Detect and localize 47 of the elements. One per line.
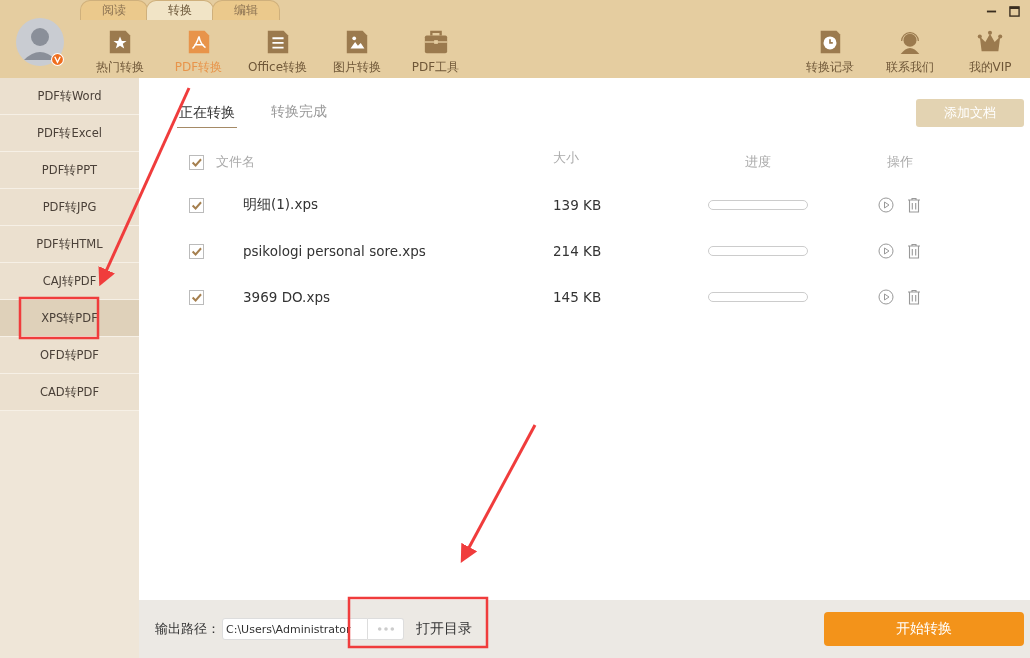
toolbar-button[interactable]: 转换记录 — [790, 22, 870, 76]
file-size: 139 KB — [553, 197, 603, 213]
checkbox[interactable] — [189, 243, 204, 259]
play-icon[interactable] — [878, 289, 894, 305]
toolbar-button[interactable]: PDF工具 — [396, 22, 475, 76]
toolbar-button[interactable]: 图片转换 — [317, 22, 396, 76]
maximize-icon[interactable] — [1009, 6, 1020, 17]
checkbox[interactable] — [189, 154, 204, 170]
toolbar-button[interactable]: Office转换 — [238, 22, 317, 76]
file-name: psikologi personal sore.xps — [243, 243, 426, 259]
column-header: 文件名 — [216, 153, 255, 171]
vip-badge-icon — [51, 53, 64, 66]
checkbox[interactable] — [189, 197, 204, 213]
sidebar-item[interactable]: XPS转PDF — [0, 300, 139, 337]
toolbar-button[interactable]: 我的VIP — [950, 22, 1030, 76]
column-header: 操作 — [886, 153, 914, 171]
open-folder-link[interactable]: 打开目录 — [416, 620, 472, 638]
file-name: 明细(1).xps — [243, 196, 318, 214]
trash-icon[interactable] — [906, 197, 922, 213]
file-size: 145 KB — [553, 289, 603, 305]
file-name: 3969 DO.xps — [243, 289, 330, 305]
sidebar-item[interactable]: PDF转Word — [0, 78, 139, 115]
trash-icon[interactable] — [906, 243, 922, 259]
play-icon[interactable] — [878, 197, 894, 213]
column-header: 进度 — [744, 153, 772, 171]
trash-icon[interactable] — [906, 289, 922, 305]
toolbar-button[interactable]: 联系我们 — [870, 22, 950, 76]
mode-tab[interactable]: 编辑 — [212, 0, 280, 20]
toolbox-icon — [422, 28, 449, 55]
sidebar-item[interactable]: OFD转PDF — [0, 337, 139, 374]
column-header: 大小 — [553, 149, 580, 167]
more-icon — [376, 626, 395, 632]
sidebar-item[interactable]: CAD转PDF — [0, 374, 139, 411]
sidebar-item[interactable]: PDF转Excel — [0, 115, 139, 152]
sidebar-item[interactable]: CAJ转PDF — [0, 263, 139, 300]
toolbar-button[interactable]: 热门转换 — [80, 22, 159, 76]
play-icon[interactable] — [878, 243, 894, 259]
checkbox[interactable] — [189, 289, 204, 305]
file-size: 214 KB — [553, 243, 603, 259]
tab[interactable]: 正在转换 — [177, 98, 237, 128]
mode-tab[interactable]: 转换 — [146, 0, 214, 20]
sidebar-item[interactable]: PDF转HTML — [0, 226, 139, 263]
output-path-label: 输出路径： — [155, 620, 220, 638]
avatar[interactable] — [16, 18, 64, 66]
sidebar-item[interactable]: PDF转JPG — [0, 189, 139, 226]
sidebar-item[interactable]: PDF转PPT — [0, 152, 139, 189]
mode-tab[interactable]: 阅读 — [80, 0, 148, 20]
